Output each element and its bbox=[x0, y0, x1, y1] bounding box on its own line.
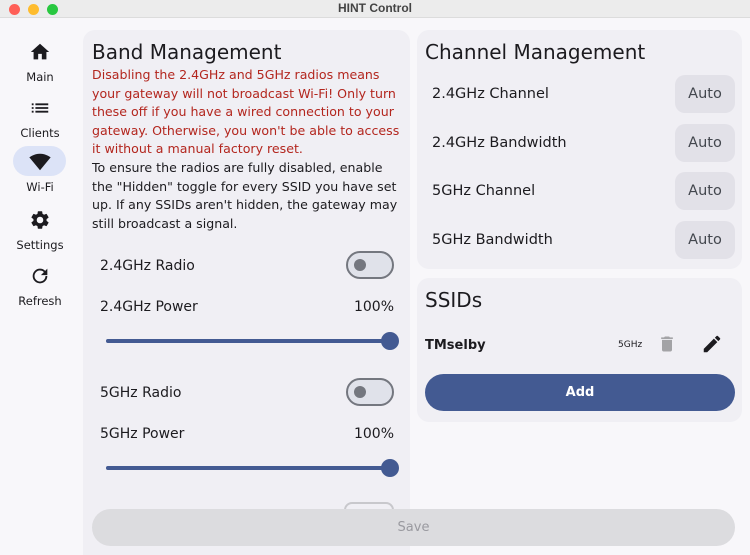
band-management-card: Band Management Disabling the 2.4GHz and… bbox=[83, 30, 410, 555]
nav-item-main[interactable]: Main bbox=[0, 36, 80, 92]
channel-management-title: Channel Management bbox=[425, 40, 646, 64]
channel-24ghz-label: 2.4GHz Channel bbox=[432, 86, 549, 102]
delete-icon[interactable] bbox=[657, 334, 677, 354]
save-button[interactable]: Save bbox=[92, 509, 735, 546]
power-24ghz-label: 2.4GHz Power bbox=[100, 299, 198, 315]
radio-24ghz-toggle[interactable] bbox=[346, 251, 394, 279]
radio-5ghz-toggle[interactable] bbox=[346, 378, 394, 406]
power-5ghz-slider[interactable] bbox=[106, 458, 399, 478]
power-24ghz-value: 100% bbox=[353, 299, 394, 315]
channel-24ghz-select[interactable]: Auto bbox=[675, 75, 735, 113]
edit-icon[interactable] bbox=[701, 333, 723, 355]
title-bar: HINT Control bbox=[0, 0, 750, 18]
navigation-rail: Main Clients Wi-Fi Settings Refresh bbox=[0, 19, 80, 555]
slider-fill bbox=[106, 466, 390, 470]
ssid-name: TMselby bbox=[425, 338, 486, 353]
nav-label-clients: Clients bbox=[20, 126, 60, 140]
radio-warning-text: Disabling the 2.4GHz and 5GHz radios mea… bbox=[92, 67, 400, 157]
channel-5ghz-select[interactable]: Auto bbox=[675, 172, 735, 210]
bandwidth-24ghz-select[interactable]: Auto bbox=[675, 124, 735, 162]
nav-label-refresh: Refresh bbox=[18, 294, 62, 308]
nav-label-wifi: Wi-Fi bbox=[26, 180, 54, 194]
channel-5ghz-label: 5GHz Channel bbox=[432, 183, 536, 199]
nav-item-wifi[interactable]: Wi-Fi bbox=[0, 146, 80, 202]
bandwidth-5ghz-select[interactable]: Auto bbox=[675, 221, 735, 259]
nav-label-settings: Settings bbox=[16, 238, 64, 252]
radio-5ghz-label: 5GHz Radio bbox=[100, 385, 182, 401]
nav-item-settings[interactable]: Settings bbox=[0, 204, 80, 260]
radio-24ghz-label: 2.4GHz Radio bbox=[100, 258, 195, 274]
power-24ghz-slider[interactable] bbox=[106, 331, 399, 351]
ssids-card: SSIDs TMselby 5GHz Add bbox=[417, 278, 742, 422]
ssids-title: SSIDs bbox=[425, 288, 483, 312]
add-ssid-button[interactable]: Add bbox=[425, 374, 735, 411]
bandwidth-5ghz-label: 5GHz Bandwidth bbox=[432, 232, 553, 248]
slider-fill bbox=[106, 339, 390, 343]
channel-management-card: Channel Management 2.4GHz Channel Auto 2… bbox=[417, 30, 742, 269]
ssid-band-badge: 5GHz bbox=[618, 340, 643, 350]
radio-info-text: To ensure the radios are fully disabled,… bbox=[92, 160, 398, 231]
nav-label-main: Main bbox=[26, 70, 54, 84]
power-5ghz-value: 100% bbox=[353, 426, 394, 442]
bandwidth-24ghz-label: 2.4GHz Bandwidth bbox=[432, 135, 567, 151]
wifi-icon bbox=[29, 153, 51, 171]
toggle-knob bbox=[354, 386, 366, 398]
power-5ghz-label: 5GHz Power bbox=[100, 426, 185, 442]
app-window: HINT Control Main Clients Wi-Fi Settings… bbox=[0, 0, 750, 555]
nav-item-refresh[interactable]: Refresh bbox=[0, 260, 80, 316]
refresh-icon bbox=[32, 268, 48, 284]
list-icon bbox=[31, 103, 49, 113]
toggle-knob bbox=[354, 259, 366, 271]
gear-icon bbox=[31, 211, 49, 229]
nav-item-clients[interactable]: Clients bbox=[0, 92, 80, 148]
home-icon bbox=[30, 43, 50, 60]
band-management-title: Band Management bbox=[92, 40, 282, 64]
window-title: HINT Control bbox=[338, 1, 412, 15]
slider-thumb[interactable] bbox=[381, 459, 399, 477]
slider-thumb[interactable] bbox=[381, 332, 399, 350]
